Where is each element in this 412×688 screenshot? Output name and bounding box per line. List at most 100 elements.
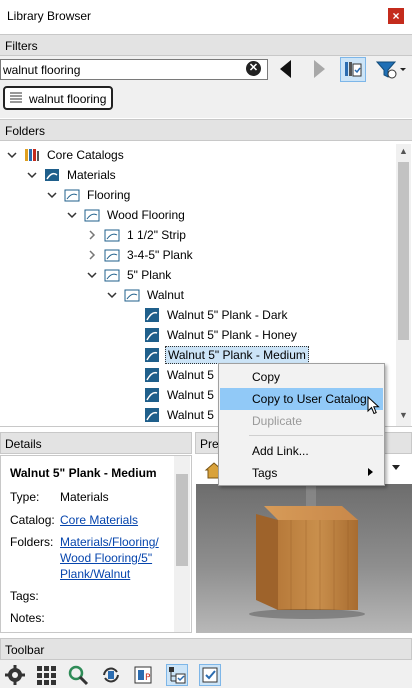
folders-header[interactable]: Folders	[0, 119, 412, 141]
tree-item[interactable]: Walnut 5	[126, 385, 216, 405]
chevron-down-icon[interactable]	[66, 209, 78, 221]
tree-item-label: Walnut 5" Plank - Honey	[167, 328, 297, 342]
notes-label: Notes:	[10, 611, 45, 625]
tree-item[interactable]: Walnut 5" Plank - Dark	[126, 305, 290, 325]
catalog-properties-button[interactable]: P	[133, 664, 155, 686]
tree-item[interactable]: 3-4-5" Plank	[86, 245, 195, 265]
gear-icon	[5, 665, 25, 685]
tree-scroll-thumb[interactable]	[398, 162, 409, 340]
lines-icon	[10, 92, 22, 103]
tags-label: Tags:	[10, 589, 39, 603]
chevron-down-icon[interactable]	[86, 269, 98, 281]
preview-dropdown-icon[interactable]	[392, 465, 400, 470]
menu-item-tags[interactable]: Tags	[220, 462, 383, 484]
tree-item[interactable]: Wood Flooring	[66, 205, 187, 225]
material-swatch-icon	[144, 387, 160, 403]
details-check-icon	[202, 667, 218, 683]
filter-menu-button[interactable]	[374, 58, 408, 82]
svg-text:P: P	[145, 673, 151, 683]
forward-arrow-icon[interactable]	[314, 60, 325, 78]
clear-search-icon[interactable]: ✕	[246, 61, 261, 76]
search-input[interactable]	[3, 62, 239, 77]
tree-item-label: Walnut 5" Plank - Dark	[167, 308, 288, 322]
toolbar-header[interactable]: Toolbar	[0, 638, 412, 660]
material-swatch-icon	[144, 327, 160, 343]
tree-item[interactable]: Core Catalogs	[6, 145, 126, 165]
refresh-button[interactable]	[100, 664, 122, 686]
menu-item-copy[interactable]: Copy	[220, 366, 383, 388]
filters-header-label: Filters	[5, 39, 38, 53]
folder-outline-icon	[64, 187, 80, 203]
tree-item[interactable]: Materials	[26, 165, 118, 185]
tag-chip-label: walnut flooring	[29, 92, 107, 106]
grid-view-button[interactable]	[35, 664, 57, 686]
chevron-right-icon[interactable]	[86, 229, 98, 241]
scroll-up-icon[interactable]: ▲	[398, 146, 409, 158]
material-swatch-icon	[144, 407, 160, 423]
tree-item[interactable]: 5" Plank	[86, 265, 173, 285]
menu-item-add-link-label: Add Link...	[252, 444, 309, 458]
tree-item[interactable]: Flooring	[46, 185, 132, 205]
tree-item-label: Flooring	[87, 188, 131, 202]
filter-toggle-button[interactable]	[340, 57, 366, 82]
material-swatch-icon	[144, 307, 160, 323]
tree-view-icon	[169, 667, 186, 684]
properties-icon: P	[134, 666, 152, 684]
tree-item[interactable]: Walnut 5	[126, 365, 216, 385]
menu-item-add-link[interactable]: Add Link...	[220, 440, 383, 462]
filters-header[interactable]: Filters	[0, 34, 412, 56]
search-icon	[68, 665, 89, 686]
details-header[interactable]: Details	[0, 432, 192, 454]
folder-outline-icon	[104, 247, 120, 263]
tree-item[interactable]: Walnut 5" Plank - Medium	[126, 345, 309, 365]
catalog-link[interactable]: Core Materials	[60, 513, 138, 527]
folders-link-line1[interactable]: Materials/Flooring/	[60, 535, 159, 549]
folders-link-line2[interactable]: Wood Flooring/5"	[60, 551, 152, 565]
menu-item-copy-to-user-catalog-label: Copy to User Catalog	[252, 392, 367, 406]
tree-item-label: 1 1/2" Strip	[127, 228, 186, 242]
details-header-label: Details	[5, 437, 42, 451]
folders-header-label: Folders	[5, 124, 46, 138]
chevron-right-icon[interactable]	[86, 249, 98, 261]
show-details-button[interactable]	[199, 664, 221, 686]
mouse-cursor-icon	[367, 396, 380, 415]
refresh-icon	[103, 667, 119, 683]
materials-folder-icon	[44, 167, 60, 183]
type-value: Materials	[60, 490, 109, 504]
folders-link-line3[interactable]: Plank/Walnut	[60, 567, 130, 581]
tree-item-label: Core Catalogs	[47, 148, 124, 162]
folder-outline-icon	[104, 267, 120, 283]
chevron-down-icon[interactable]	[26, 169, 38, 181]
tree-item[interactable]: Walnut	[106, 285, 186, 305]
details-scroll-thumb[interactable]	[176, 474, 188, 566]
close-button[interactable]: ×	[388, 8, 404, 24]
menu-item-copy-to-user-catalog[interactable]: Copy to User Catalog	[220, 388, 383, 410]
title-bar: Library Browser	[0, 0, 412, 34]
catalog-label: Catalog:	[10, 513, 55, 527]
folder-outline-icon	[124, 287, 140, 303]
show-folders-button[interactable]	[166, 664, 188, 686]
window-title: Library Browser	[7, 9, 92, 23]
tree-item-label: Walnut 5	[167, 368, 214, 382]
search-library-button[interactable]	[67, 664, 89, 686]
settings-button[interactable]	[4, 664, 26, 686]
scroll-down-icon[interactable]: ▼	[398, 410, 409, 422]
chevron-down-icon[interactable]	[106, 289, 118, 301]
search-box[interactable]	[0, 59, 268, 80]
tag-chip[interactable]: walnut flooring	[3, 86, 113, 110]
back-arrow-icon[interactable]	[280, 60, 291, 78]
chevron-down-icon[interactable]	[6, 149, 18, 161]
tree-item[interactable]: Walnut 5	[126, 405, 216, 425]
tree-item[interactable]: Walnut 5" Plank - Honey	[126, 325, 299, 345]
tree-item[interactable]: 1 1/2" Strip	[86, 225, 188, 245]
material-swatch-icon	[144, 347, 160, 363]
folder-outline-icon	[84, 207, 100, 223]
context-menu: Copy Copy to User Catalog Duplicate Add …	[218, 363, 385, 486]
chevron-down-icon[interactable]	[46, 189, 58, 201]
